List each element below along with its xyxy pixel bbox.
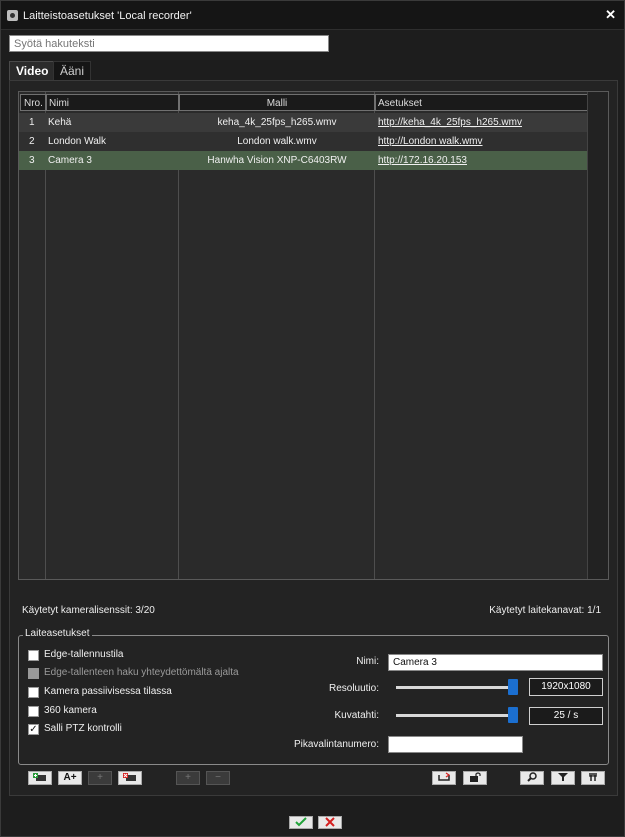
- unlock-icon: [470, 772, 481, 782]
- search-button[interactable]: [520, 771, 544, 785]
- table-row[interactable]: 1 Kehä keha_4k_25fps_h265.wmv http://keh…: [19, 113, 588, 132]
- cell-asetukset-link[interactable]: http://keha_4k_25fps_h265.wmv: [378, 113, 522, 132]
- add-text-icon: A+: [63, 772, 77, 783]
- column-header-nimi[interactable]: Nimi: [46, 94, 179, 111]
- cross-icon: [325, 817, 335, 827]
- title-bar: Laitteistoasetukset 'Local recorder' ✕: [1, 1, 624, 30]
- resolution-slider-thumb[interactable]: [508, 679, 518, 695]
- checkbox-box[interactable]: [28, 650, 39, 661]
- shortcut-number-label: Pikavalintanumero:: [293, 739, 379, 750]
- framerate-slider-track[interactable]: [396, 714, 512, 717]
- column-header-asetukset[interactable]: Asetukset: [375, 94, 588, 111]
- add-text-button[interactable]: A+: [58, 771, 82, 785]
- table-row-selected[interactable]: 3 Camera 3 Hanwha Vision XNP-C6403RW htt…: [19, 151, 588, 170]
- checkbox-box[interactable]: [28, 668, 39, 679]
- close-icon[interactable]: ✕: [605, 7, 616, 23]
- resolution-slider-track[interactable]: [396, 686, 512, 689]
- column-header-nro[interactable]: Nro.: [20, 94, 46, 111]
- checkbox-box[interactable]: ✓: [28, 724, 39, 735]
- tab-audio[interactable]: Ääni: [53, 61, 92, 81]
- device-channel-count: Käytetyt laitekanavat: 1/1: [489, 605, 601, 616]
- cell-nro: 1: [29, 117, 35, 128]
- add-button[interactable]: +: [88, 771, 112, 785]
- plus-icon: +: [97, 772, 103, 783]
- app-icon: [7, 10, 18, 21]
- column-header-malli[interactable]: Malli: [179, 94, 375, 111]
- settings-button[interactable]: [581, 771, 605, 785]
- remove-camera-icon: [123, 773, 136, 781]
- vertical-scrollbar[interactable]: [587, 92, 608, 579]
- cell-asetukset-link[interactable]: http://London walk.wmv: [378, 132, 483, 151]
- checkbox-box[interactable]: [28, 706, 39, 717]
- checkbox-label: Edge-tallennustila: [44, 649, 124, 660]
- checkmark-icon: [295, 817, 307, 827]
- table-row[interactable]: 2 London Walk London walk.wmv http://Lon…: [19, 132, 588, 151]
- checkbox-label: Salli PTZ kontrolli: [44, 723, 122, 734]
- add-camera-icon: [33, 773, 46, 781]
- framerate-value: 25 / s: [529, 707, 603, 725]
- unlock-button[interactable]: [463, 771, 487, 785]
- device-table: Nro. Nimi Malli Asetukset 1 Kehä keha_4k…: [18, 91, 609, 580]
- cell-nimi: Kehä: [48, 117, 72, 128]
- framerate-label: Kuvatahti:: [334, 710, 379, 721]
- framerate-slider-thumb[interactable]: [508, 707, 518, 723]
- window-title: Laitteistoasetukset 'Local recorder': [23, 10, 192, 22]
- resolution-value: 1920x1080: [529, 678, 603, 696]
- filter-button[interactable]: [551, 771, 575, 785]
- add-item-button[interactable]: +: [176, 771, 200, 785]
- minus-icon: −: [215, 772, 221, 783]
- cell-malli: keha_4k_25fps_h265.wmv: [217, 117, 337, 128]
- reconnect-button[interactable]: [432, 771, 456, 785]
- cell-malli: London walk.wmv: [237, 136, 317, 147]
- cell-nimi: London Walk: [48, 136, 106, 147]
- cell-nro: 3: [29, 155, 35, 166]
- tab-video[interactable]: Video: [9, 61, 57, 81]
- filter-icon: [558, 773, 568, 781]
- cancel-button[interactable]: [318, 816, 342, 829]
- name-label: Nimi:: [356, 656, 379, 667]
- cell-asetukset-link[interactable]: http://172.16.20.153: [378, 151, 467, 170]
- cell-nimi: Camera 3: [48, 155, 92, 166]
- search-icon: [527, 772, 537, 782]
- reconnect-icon: [438, 772, 451, 781]
- checkbox-label: Edge-tallenteen haku yhteydettömältä aja…: [44, 667, 239, 678]
- plus-icon: +: [185, 772, 191, 783]
- checkbox-label: 360 kamera: [44, 705, 97, 716]
- add-camera-button[interactable]: [28, 771, 52, 785]
- ok-button[interactable]: [289, 816, 313, 829]
- remove-item-button[interactable]: −: [206, 771, 230, 785]
- checkbox-label: Kamera passiivisessa tilassa: [44, 686, 172, 697]
- wrench-icon: [589, 773, 597, 781]
- name-field[interactable]: [388, 654, 603, 671]
- device-settings-legend: Laiteasetukset: [23, 628, 92, 639]
- window: Laitteistoasetukset 'Local recorder' ✕ V…: [0, 0, 625, 837]
- cell-nro: 2: [29, 136, 35, 147]
- checkbox-box[interactable]: [28, 687, 39, 698]
- remove-camera-button[interactable]: [118, 771, 142, 785]
- search-input[interactable]: [9, 35, 329, 52]
- resolution-label: Resoluutio:: [328, 683, 379, 694]
- shortcut-number-field[interactable]: [388, 736, 523, 753]
- cell-malli: Hanwha Vision XNP-C6403RW: [207, 155, 347, 166]
- camera-license-count: Käytetyt kameralisenssit: 3/20: [22, 605, 155, 616]
